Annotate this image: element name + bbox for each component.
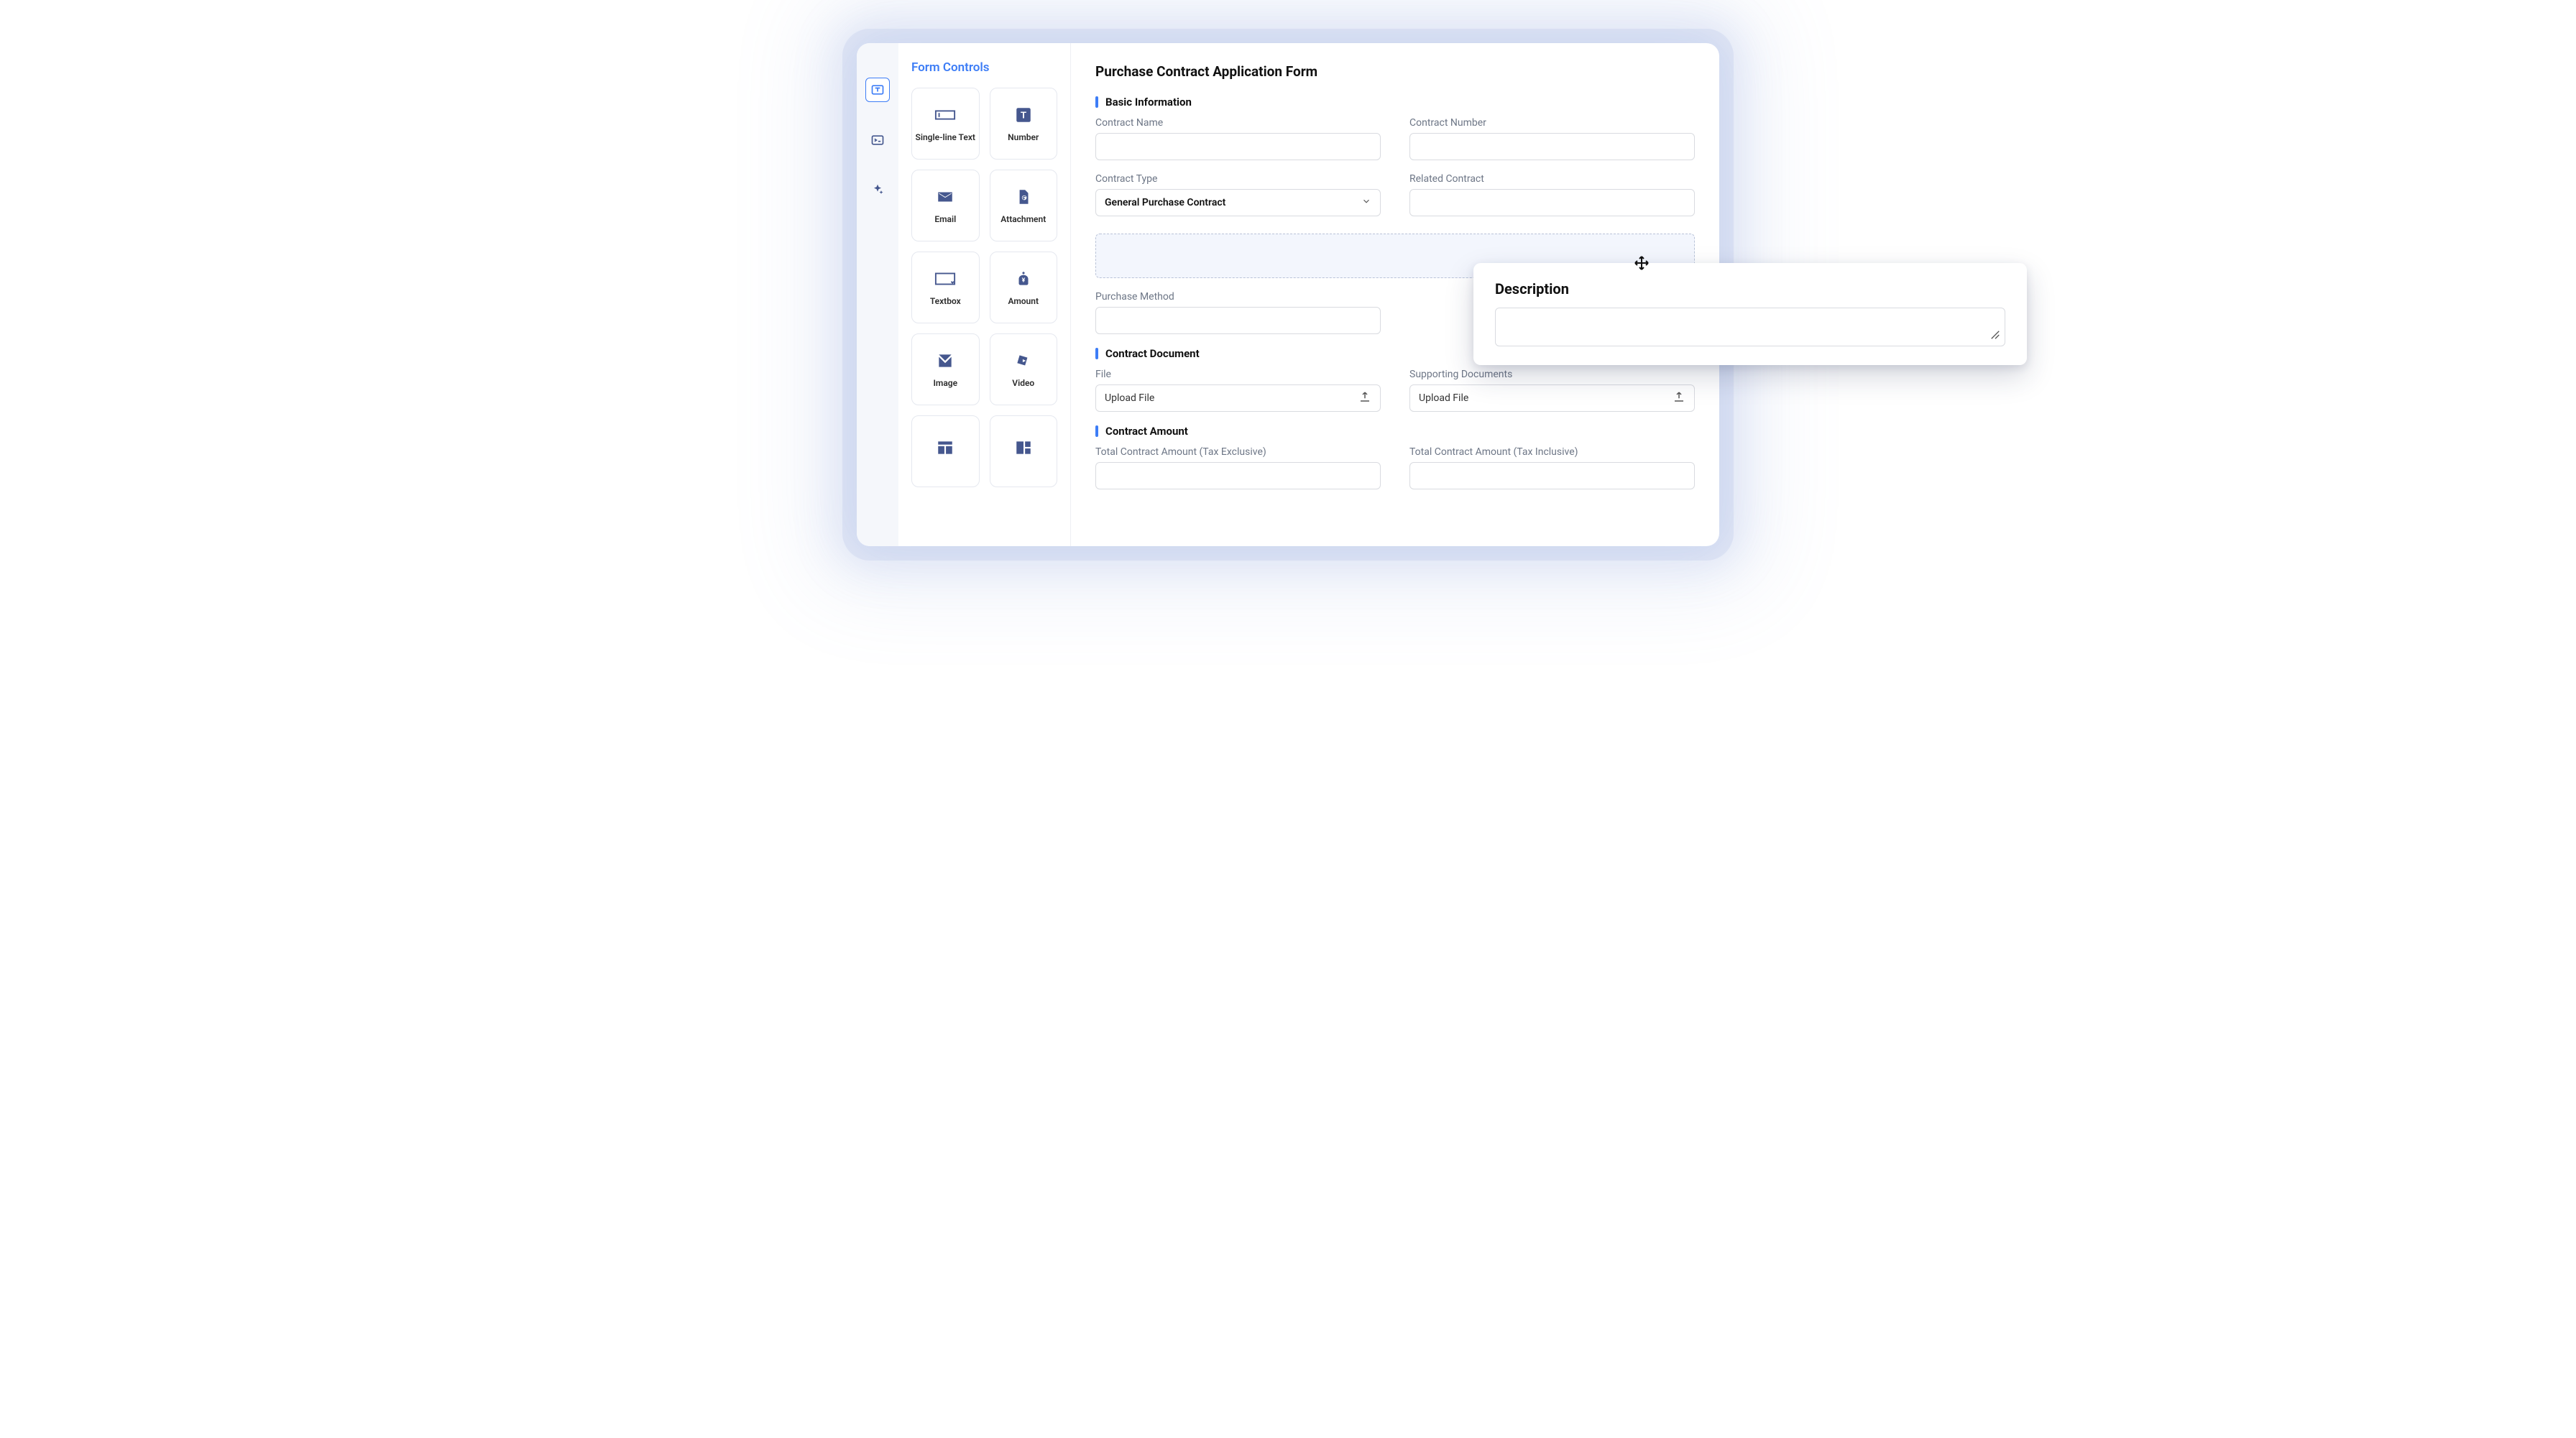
field-supporting-documents: Supporting Documents Upload File (1409, 369, 1695, 412)
input-total-inc[interactable] (1409, 462, 1695, 489)
control-video[interactable]: Video (990, 333, 1058, 405)
rail-tab-text[interactable] (865, 78, 890, 102)
email-icon (933, 187, 957, 207)
label-purchase-method: Purchase Method (1095, 291, 1381, 303)
control-amount[interactable]: ¥ Amount (990, 252, 1058, 323)
input-related-contract[interactable] (1409, 189, 1695, 216)
move-icon[interactable] (1633, 254, 1650, 272)
control-label: Number (1008, 132, 1039, 142)
form-canvas: Purchase Contract Application Form Basic… (1071, 43, 1719, 546)
rail-tab-ai[interactable] (865, 178, 890, 203)
left-rail (857, 43, 898, 546)
label-contract-type: Contract Type (1095, 173, 1381, 185)
input-contract-name[interactable] (1095, 133, 1381, 160)
upload-icon (1358, 390, 1371, 406)
upload-placeholder: Upload File (1105, 392, 1154, 404)
input-contract-number[interactable] (1409, 133, 1695, 160)
floating-card-title: Description (1495, 280, 2005, 298)
control-label: Video (1012, 378, 1034, 388)
control-layout-a[interactable] (911, 415, 980, 487)
label-contract-name: Contract Name (1095, 117, 1381, 129)
text-input-icon (933, 105, 957, 125)
section-title-text: Basic Information (1105, 96, 1192, 109)
field-file: File Upload File (1095, 369, 1381, 412)
chevron-down-icon (1361, 196, 1371, 209)
label-related-contract: Related Contract (1409, 173, 1695, 185)
field-related-contract: Related Contract (1409, 173, 1695, 216)
description-textarea[interactable] (1495, 308, 2005, 346)
control-label: Attachment (1000, 214, 1046, 224)
control-textbox[interactable]: Textbox (911, 252, 980, 323)
number-icon: T (1011, 105, 1036, 125)
label-contract-number: Contract Number (1409, 117, 1695, 129)
layout-collage-icon (1011, 438, 1036, 458)
control-layout-b[interactable] (990, 415, 1058, 487)
svg-text:T: T (1021, 109, 1026, 120)
control-number[interactable]: T Number (990, 88, 1058, 160)
form-title: Purchase Contract Application Form (1095, 63, 1695, 80)
select-value: General Purchase Contract (1105, 197, 1225, 208)
control-attachment[interactable]: Attachment (990, 170, 1058, 241)
controls-grid: Single-line Text T Number Email Attachme… (911, 88, 1057, 487)
field-purchase-method: Purchase Method (1095, 291, 1381, 334)
video-icon (1011, 351, 1036, 371)
image-icon (933, 351, 957, 371)
upload-icon (1673, 390, 1685, 406)
textbox-icon (933, 269, 957, 289)
control-label: Amount (1008, 296, 1039, 306)
svg-text:¥: ¥ (1021, 277, 1025, 284)
control-label: Email (934, 214, 956, 224)
field-contract-type: Contract Type General Purchase Contract (1095, 173, 1381, 216)
section-title-text: Contract Amount (1105, 425, 1188, 438)
control-email[interactable]: Email (911, 170, 980, 241)
input-purchase-method[interactable] (1095, 307, 1381, 334)
label-total-ex: Total Contract Amount (Tax Exclusive) (1095, 446, 1381, 458)
attachment-icon (1011, 187, 1036, 207)
app-window: Form Controls Single-line Text T Number … (857, 43, 1719, 546)
label-file: File (1095, 369, 1381, 380)
field-total-inc: Total Contract Amount (Tax Inclusive) (1409, 446, 1695, 489)
control-single-line-text[interactable]: Single-line Text (911, 88, 980, 160)
controls-panel-title: Form Controls (911, 60, 1057, 75)
control-label: Image (933, 378, 957, 388)
layout-columns-icon (933, 438, 957, 458)
label-total-inc: Total Contract Amount (Tax Inclusive) (1409, 446, 1695, 458)
upload-file[interactable]: Upload File (1095, 384, 1381, 412)
rail-tab-terminal[interactable] (865, 128, 890, 152)
upload-placeholder: Upload File (1419, 392, 1468, 404)
section-basic-title: Basic Information (1095, 96, 1695, 109)
field-total-ex: Total Contract Amount (Tax Exclusive) (1095, 446, 1381, 489)
field-contract-name: Contract Name (1095, 117, 1381, 160)
floating-description-card[interactable]: Description (1473, 263, 2027, 365)
section-title-text: Contract Document (1105, 347, 1200, 360)
amount-icon: ¥ (1011, 269, 1036, 289)
control-label: Single-line Text (916, 132, 975, 142)
select-contract-type[interactable]: General Purchase Contract (1095, 189, 1381, 216)
input-total-ex[interactable] (1095, 462, 1381, 489)
control-image[interactable]: Image (911, 333, 980, 405)
control-label: Textbox (930, 296, 961, 306)
controls-panel: Form Controls Single-line Text T Number … (898, 43, 1071, 546)
label-supporting-documents: Supporting Documents (1409, 369, 1695, 380)
upload-supporting-documents[interactable]: Upload File (1409, 384, 1695, 412)
resize-grip-icon[interactable] (1990, 329, 2000, 343)
section-amount-title: Contract Amount (1095, 425, 1695, 438)
field-contract-number: Contract Number (1409, 117, 1695, 160)
